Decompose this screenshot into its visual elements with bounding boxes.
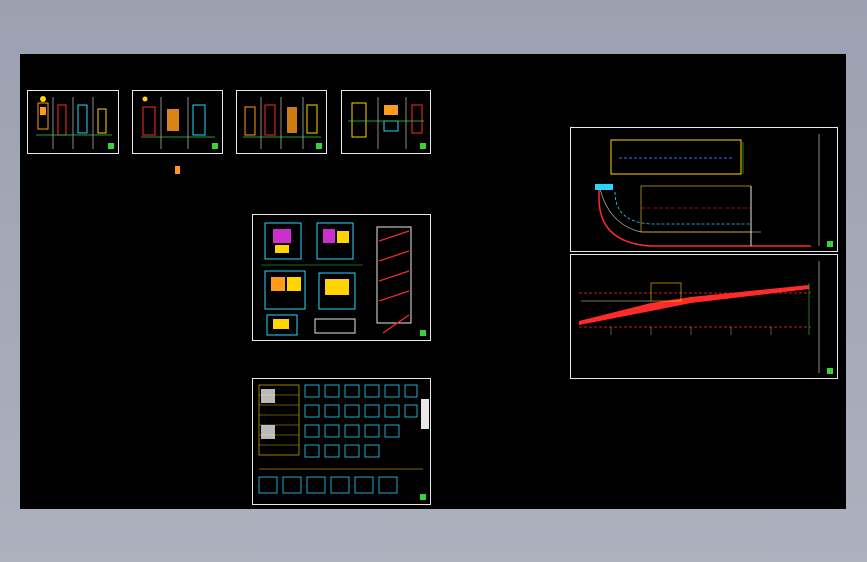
title-block-stamp [827,241,833,247]
title-block-stamp [212,143,218,149]
title-block-stamp [108,143,114,149]
drawing-sheet-floor-plans[interactable] [252,214,431,341]
elevation-4-graphics [348,97,424,149]
title-block-stamp [420,330,426,336]
title-block-stamp [420,494,426,500]
title-block-stamp [420,143,426,149]
drawing-canvas[interactable] [20,54,846,509]
elevation-3-graphics [243,97,321,149]
elevation-2-graphics [141,96,215,149]
elevation-1-graphics [36,96,112,149]
drawing-sheet-ramp-plan[interactable] [570,127,838,252]
detail-table-graphics [258,384,429,494]
orange-symbol [175,166,180,174]
drawing-sheet-elevation-3[interactable] [236,90,327,154]
drawing-sheet-detail-table[interactable] [252,378,431,505]
drawing-sheet-elevation-1[interactable] [27,90,119,154]
title-block-stamp [316,143,322,149]
drawing-sheet-ramp-section[interactable] [570,254,838,379]
floor-plans-graphics [261,222,412,336]
title-block-stamp [827,368,833,374]
drawing-sheet-elevation-4[interactable] [341,90,431,154]
ramp-plan-graphics [595,134,820,247]
drawing-sheet-elevation-2[interactable] [132,90,223,154]
ramp-section-graphics [579,261,820,373]
